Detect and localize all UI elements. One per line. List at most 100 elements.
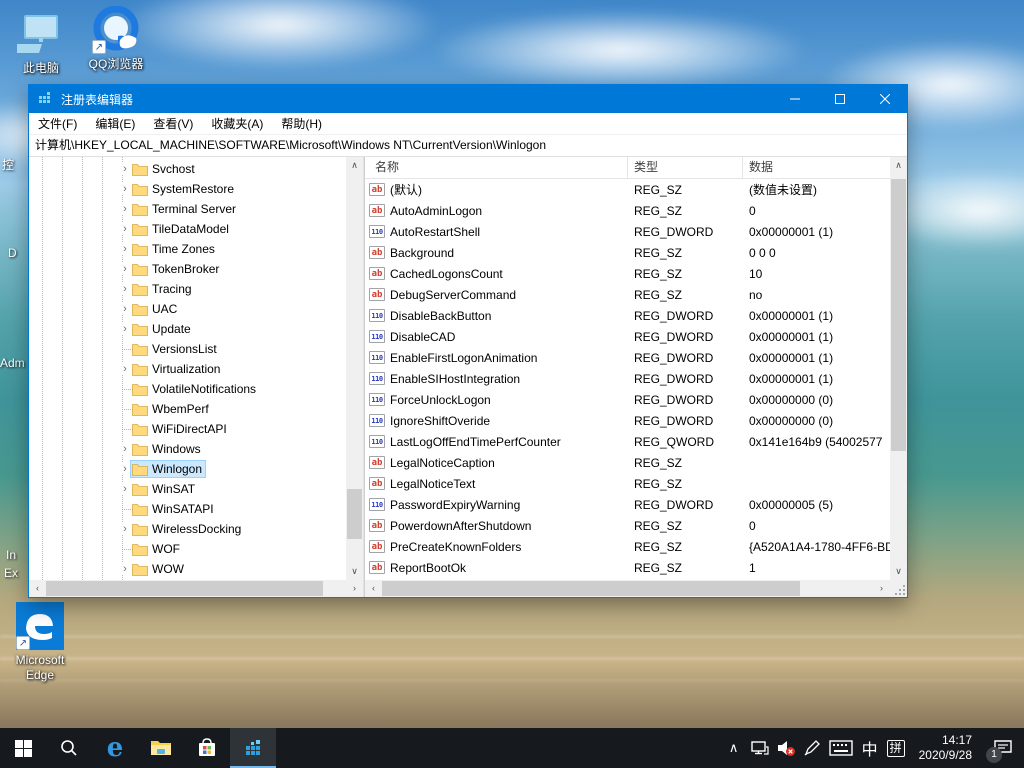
value-row[interactable]: 110LastLogOffEndTimePerfCounterREG_QWORD… (365, 431, 890, 452)
tree-item-body[interactable]: VolatileNotifications (131, 381, 259, 397)
tree-item[interactable]: ›TokenBroker (29, 259, 346, 279)
desktop-icon-edge[interactable]: ↗ Microsoft Edge (2, 602, 78, 683)
tree-item-body[interactable]: WiFiDirectAPI (131, 421, 230, 437)
taskbar-clock[interactable]: 14:17 2020/9/28 (909, 733, 982, 763)
tree-vscroll-thumb[interactable] (347, 489, 362, 539)
scroll-left-icon[interactable]: ‹ (29, 580, 46, 597)
expand-chevron-icon[interactable]: › (119, 443, 131, 455)
tree-item[interactable]: ›WbemPerf (29, 399, 346, 419)
tree-item[interactable]: ›Windows (29, 439, 346, 459)
value-row[interactable]: 110EnableSIHostIntegrationREG_DWORD0x000… (365, 368, 890, 389)
tree-item-body[interactable]: WOW (131, 561, 187, 577)
value-row[interactable]: abAutoAdminLogonREG_SZ0 (365, 200, 890, 221)
expand-chevron-icon[interactable]: › (119, 523, 131, 535)
action-center-button[interactable]: 1 (982, 728, 1024, 768)
scroll-down-icon[interactable]: ∨ (346, 563, 363, 580)
value-row[interactable]: abBackgroundREG_SZ0 0 0 (365, 242, 890, 263)
value-row[interactable]: abLegalNoticeCaptionREG_SZ (365, 452, 890, 473)
tree-item-body[interactable]: WOF (131, 541, 183, 557)
file-explorer-button[interactable] (138, 728, 184, 768)
resize-grip[interactable] (890, 580, 907, 597)
tree-item[interactable]: ›Tracing (29, 279, 346, 299)
tree-item-body[interactable]: WbemPerf (131, 401, 212, 417)
tree-hscroll-thumb[interactable] (46, 581, 323, 596)
tree-item[interactable]: ›UAC (29, 299, 346, 319)
expand-chevron-icon[interactable]: › (119, 563, 131, 575)
desktop-icon-this-pc[interactable]: 此电脑 (3, 10, 79, 76)
tree-item[interactable]: ›Virtualization (29, 359, 346, 379)
address-bar[interactable]: 计算机\HKEY_LOCAL_MACHINE\SOFTWARE\Microsof… (29, 135, 907, 157)
expand-chevron-icon[interactable]: › (119, 243, 131, 255)
tree-item[interactable]: ›WiFiDirectAPI (29, 419, 346, 439)
tree-item-body[interactable]: Windows (131, 441, 204, 457)
column-header-type[interactable]: 类型 (628, 157, 743, 178)
tree-vertical-scrollbar[interactable]: ∧ ∨ (346, 157, 363, 580)
search-button[interactable] (46, 728, 92, 768)
expand-chevron-icon[interactable]: › (119, 223, 131, 235)
tree-item-body[interactable]: WinSAT (131, 481, 198, 497)
value-row[interactable]: abCachedLogonsCountREG_SZ10 (365, 263, 890, 284)
value-row[interactable]: abReportBootOkREG_SZ1 (365, 557, 890, 578)
tree-item[interactable]: ›VersionsList (29, 339, 346, 359)
expand-chevron-icon[interactable]: › (119, 323, 131, 335)
value-row[interactable]: 110IgnoreShiftOverideREG_DWORD0x00000000… (365, 410, 890, 431)
tree-item[interactable]: ›WirelessDocking (29, 519, 346, 539)
tree-item[interactable]: ›VolatileNotifications (29, 379, 346, 399)
network-icon[interactable] (747, 728, 773, 768)
volume-muted-icon[interactable] (773, 728, 799, 768)
value-row[interactable]: 110EnableFirstLogonAnimationREG_DWORD0x0… (365, 347, 890, 368)
tree-item-body[interactable]: TileDataModel (131, 221, 232, 237)
tree-item[interactable]: ›Svchost (29, 159, 346, 179)
values-vertical-scrollbar[interactable]: ∧ ∨ (890, 157, 907, 580)
tree-item-body[interactable]: TokenBroker (131, 261, 222, 277)
scroll-left-icon[interactable]: ‹ (365, 580, 382, 597)
tree-item[interactable]: ›WOF (29, 539, 346, 559)
touch-keyboard-icon[interactable] (825, 728, 857, 768)
tree-item-body[interactable]: VersionsList (131, 341, 220, 357)
value-row[interactable]: 110DisableCADREG_DWORD0x00000001 (1) (365, 326, 890, 347)
tree-item-selected[interactable]: Winlogon (131, 461, 205, 477)
registry-editor-taskbar-button[interactable] (230, 728, 276, 768)
tree-item[interactable]: ›Update (29, 319, 346, 339)
tray-expand-chevron-icon[interactable]: ∧ (721, 728, 747, 768)
close-button[interactable] (862, 85, 907, 113)
tree-item[interactable]: ›WOW (29, 559, 346, 579)
tree-horizontal-scrollbar[interactable]: ‹ › (29, 580, 363, 597)
expand-chevron-icon[interactable]: › (119, 463, 131, 475)
value-row[interactable]: 110AutoRestartShellREG_DWORD0x00000001 (… (365, 221, 890, 242)
tree-item-body[interactable]: Tracing (131, 281, 195, 297)
expand-chevron-icon[interactable]: › (119, 363, 131, 375)
expand-chevron-icon[interactable]: › (119, 203, 131, 215)
expand-chevron-icon[interactable]: › (119, 483, 131, 495)
tree-item[interactable]: ›Time Zones (29, 239, 346, 259)
menu-item[interactable]: 文件(F) (29, 113, 86, 135)
expand-chevron-icon[interactable]: › (119, 183, 131, 195)
maximize-button[interactable] (817, 85, 862, 113)
value-row[interactable]: abDebugServerCommandREG_SZno (365, 284, 890, 305)
values-hscroll-thumb[interactable] (382, 581, 800, 596)
expand-chevron-icon[interactable]: › (119, 263, 131, 275)
tree-item-body[interactable]: Svchost (131, 161, 198, 177)
title-bar[interactable]: 注册表编辑器 (29, 85, 907, 113)
tree-item-body[interactable]: SystemRestore (131, 181, 237, 197)
menu-item[interactable]: 收藏夹(A) (202, 113, 272, 135)
value-row[interactable]: 110ForceUnlockLogonREG_DWORD0x00000000 (… (365, 389, 890, 410)
value-row[interactable]: abPreCreateKnownFoldersREG_SZ{A520A1A4-1… (365, 536, 890, 557)
values-horizontal-scrollbar[interactable]: ‹ › (365, 580, 890, 597)
minimize-button[interactable] (772, 85, 817, 113)
scroll-right-icon[interactable]: › (346, 580, 363, 597)
menu-item[interactable]: 查看(V) (144, 113, 202, 135)
tree-item[interactable]: ›TileDataModel (29, 219, 346, 239)
column-header-data[interactable]: 数据 (743, 157, 907, 178)
values-vscroll-thumb[interactable] (891, 179, 906, 451)
scroll-right-icon[interactable]: › (873, 580, 890, 597)
value-row[interactable]: ab(默认)REG_SZ(数值未设置) (365, 179, 890, 200)
expand-chevron-icon[interactable]: › (119, 283, 131, 295)
menu-item[interactable]: 帮助(H) (272, 113, 331, 135)
scroll-up-icon[interactable]: ∧ (346, 157, 363, 174)
desktop-icon-qq-browser[interactable]: ↗ QQ浏览器 (78, 6, 154, 72)
tree-item-body[interactable]: WinSATAPI (131, 501, 217, 517)
edge-taskbar-button[interactable]: e (92, 728, 138, 768)
start-button[interactable] (0, 728, 46, 768)
tree-item[interactable]: ›Terminal Server (29, 199, 346, 219)
